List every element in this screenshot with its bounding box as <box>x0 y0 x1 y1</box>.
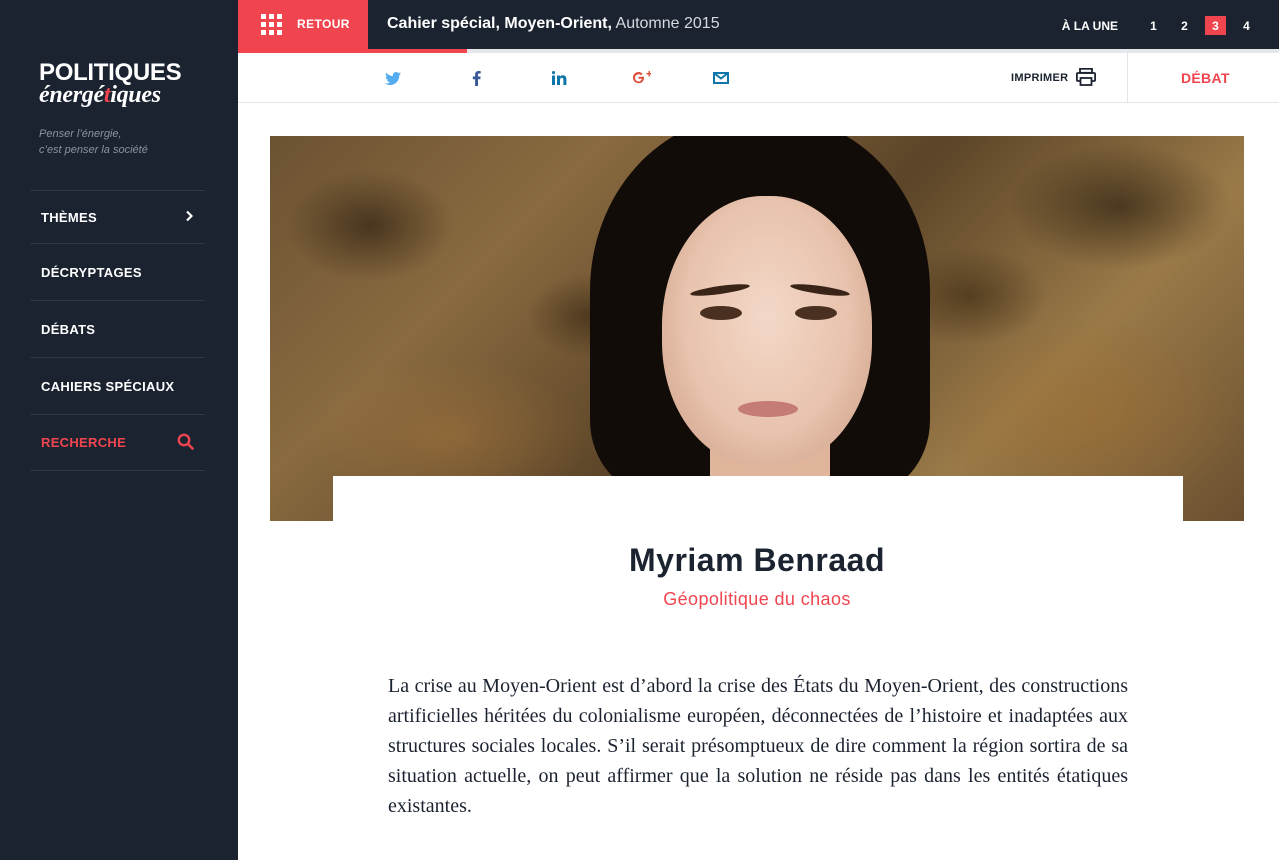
breadcrumb: Cahier spécial, Moyen-Orient, Automne 20… <box>387 15 720 33</box>
sidebar-item-recherche[interactable]: RECHERCHE <box>30 414 205 471</box>
article-lead: La crise au Moyen-Orient est d’abord la … <box>388 675 1128 817</box>
back-button[interactable]: RETOUR <box>238 0 368 49</box>
logo-line2-pre: énergé <box>39 82 104 108</box>
google-plus-icon[interactable] <box>633 69 651 87</box>
breadcrumb-season: Automne 2015 <box>615 15 720 32</box>
grid-menu-icon <box>261 14 282 35</box>
issue-pager: À LA UNE 1 2 3 4 <box>1062 16 1257 35</box>
author-photo <box>270 136 1244 521</box>
sidebar: POLITIQUES énergétiques Penser l’énergie… <box>0 0 238 860</box>
tagline: Penser l’énergie, c’est penser la sociét… <box>39 126 148 158</box>
back-button-label: RETOUR <box>297 17 350 31</box>
hero-overlap-panel <box>333 476 1183 526</box>
a-la-une-link[interactable]: À LA UNE <box>1062 19 1118 33</box>
sidebar-item-label: THÈMES <box>41 209 97 225</box>
photo-face-shape <box>662 196 872 466</box>
logo-line2: énergétiques <box>39 83 181 107</box>
breadcrumb-issue: Cahier spécial, Moyen-Orient, <box>387 15 612 32</box>
tagline-line1: Penser l’énergie, <box>39 128 122 140</box>
page-link-1[interactable]: 1 <box>1143 16 1164 35</box>
photo-eye-right <box>795 306 837 320</box>
sidebar-item-label: DÉBATS <box>41 321 96 337</box>
sidebar-item-label: RECHERCHE <box>41 435 127 450</box>
photo-lips <box>738 401 798 417</box>
page-link-4[interactable]: 4 <box>1236 16 1257 35</box>
sidebar-item-decryptages[interactable]: DÉCRYPTAGES <box>30 243 205 300</box>
sidebar-item-label: CAHIERS SPÉCIAUX <box>41 378 175 394</box>
email-icon[interactable] <box>712 69 730 87</box>
logo-line2-post: iques <box>110 82 161 108</box>
article-author: Myriam Benraad <box>629 542 885 578</box>
page-link-3-active[interactable]: 3 <box>1205 16 1226 35</box>
printer-icon[interactable] <box>1076 68 1096 86</box>
sidebar-item-debats[interactable]: DÉBATS <box>30 300 205 357</box>
debat-tab[interactable]: DÉBAT <box>1181 70 1230 86</box>
sharebar-divider <box>1127 53 1128 103</box>
facebook-icon[interactable] <box>467 69 485 87</box>
tagline-line2: c’est penser la société <box>39 144 148 156</box>
article-subtitle: Géopolitique du chaos <box>663 589 851 609</box>
twitter-icon[interactable] <box>384 69 402 87</box>
site-logo[interactable]: POLITIQUES énergétiques <box>39 61 182 108</box>
sidebar-item-cahiers-speciaux[interactable]: CAHIERS SPÉCIAUX <box>30 357 205 414</box>
top-bar: RETOUR Cahier spécial, Moyen-Orient, Aut… <box>238 0 1279 49</box>
search-icon[interactable] <box>177 433 194 453</box>
linkedin-icon[interactable] <box>550 69 568 87</box>
share-bar: IMPRIMER DÉBAT <box>238 53 1279 103</box>
print-button[interactable]: IMPRIMER <box>1011 72 1068 84</box>
page-link-2[interactable]: 2 <box>1174 16 1195 35</box>
chevron-right-icon <box>186 210 194 225</box>
photo-eye-left <box>700 306 742 320</box>
sidebar-nav: THÈMES DÉCRYPTAGES DÉBATS CAHIERS SPÉCIA… <box>30 190 205 471</box>
sidebar-item-themes[interactable]: THÈMES <box>30 190 205 243</box>
sidebar-item-label: DÉCRYPTAGES <box>41 264 142 280</box>
